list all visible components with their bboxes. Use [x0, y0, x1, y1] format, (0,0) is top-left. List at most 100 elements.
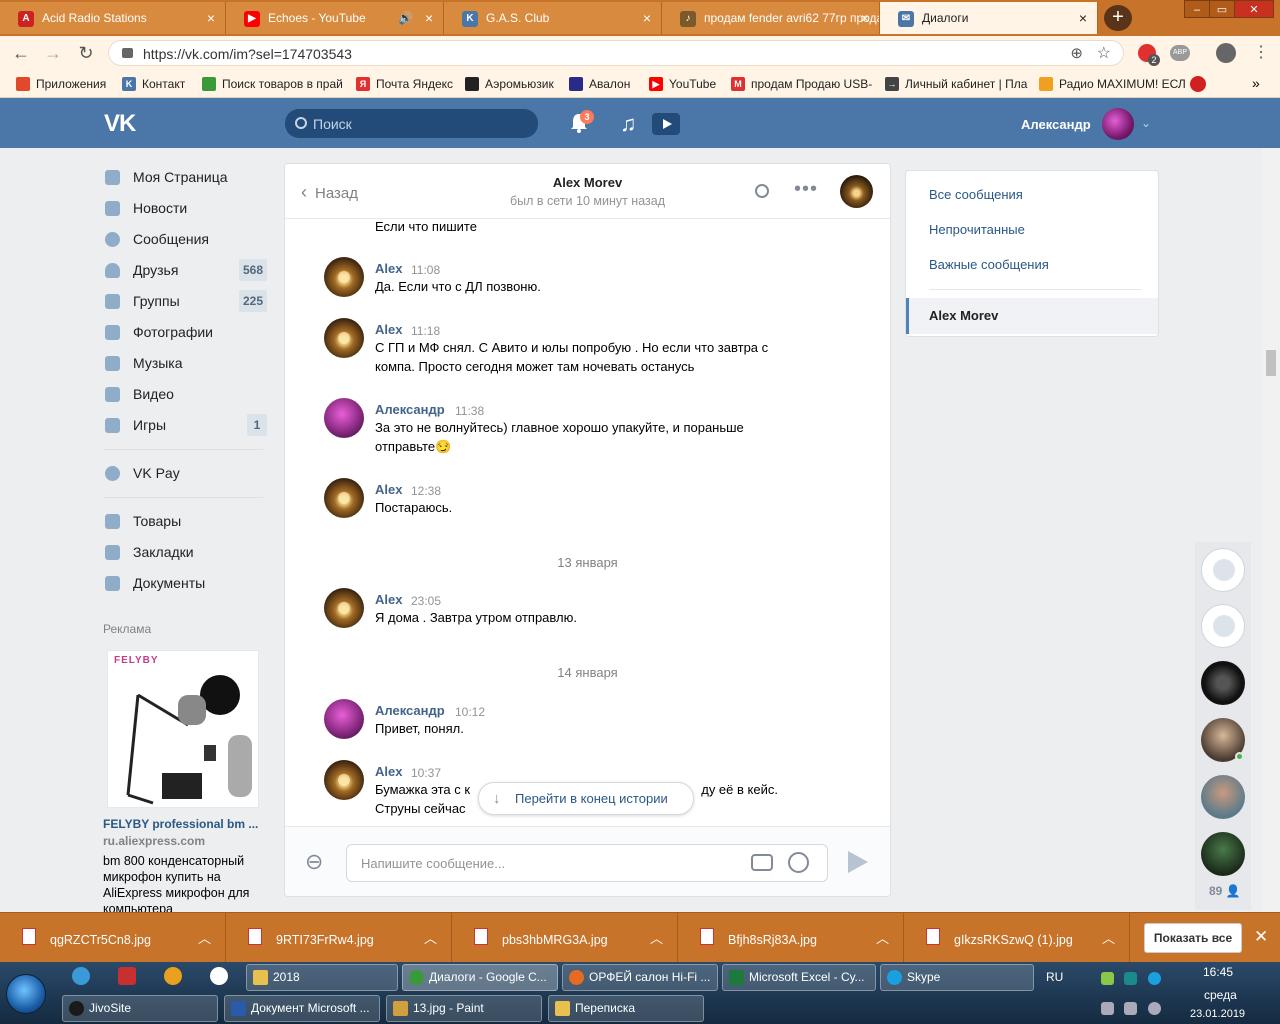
tab-dialogs[interactable]: ✉ Диалоги ×: [880, 2, 1098, 34]
bookmark-price-search[interactable]: Поиск товаров в прай: [202, 77, 343, 91]
network-icon[interactable]: [1101, 1002, 1114, 1015]
avatar[interactable]: [324, 318, 364, 358]
tray-icon[interactable]: [1101, 972, 1114, 985]
quicklaunch-icon[interactable]: [118, 967, 136, 985]
avatar[interactable]: [324, 398, 364, 438]
search-input[interactable]: [313, 114, 523, 134]
taskbar-window[interactable]: Переписка: [548, 995, 704, 1022]
bookmark-radio-maximum[interactable]: Радио MAXIMUM! ЕСЛ: [1039, 77, 1186, 91]
menu-news[interactable]: Новости: [100, 193, 270, 224]
tab-acid-radio[interactable]: A Acid Radio Stations ×: [0, 2, 226, 34]
bookmark-yandex-mail[interactable]: Я Почта Яндекс: [356, 77, 453, 91]
chevron-up-icon[interactable]: ︿: [876, 928, 889, 947]
tab-echoes-youtube[interactable]: ▶ Echoes - YouTube 🔊 ×: [226, 2, 444, 34]
avatar[interactable]: [840, 175, 873, 208]
message-author[interactable]: Alex: [375, 482, 402, 497]
close-icon[interactable]: ×: [425, 2, 433, 34]
reload-icon[interactable]: ↻: [75, 42, 97, 64]
chevron-up-icon[interactable]: ︿: [650, 928, 663, 947]
menu-video[interactable]: Видео: [100, 379, 270, 410]
active-dialog-item[interactable]: Alex Morev: [906, 298, 1158, 334]
taskbar-window[interactable]: Microsoft Excel - Су...: [722, 964, 876, 991]
send-icon[interactable]: [848, 851, 868, 873]
play-icon[interactable]: [652, 113, 680, 135]
taskbar-window[interactable]: Документ Microsoft ...: [224, 995, 380, 1022]
filter-unread[interactable]: Непрочитанные: [929, 222, 1025, 237]
url-text[interactable]: https://vk.com/im?sel=174703543: [143, 46, 352, 62]
bookmark-avalon[interactable]: Авалон: [569, 77, 630, 91]
close-icon[interactable]: ×: [1079, 2, 1087, 34]
download-item[interactable]: pbs3hbMRG3A.jpg ︿: [452, 913, 678, 963]
clock-time[interactable]: 16:45: [1203, 965, 1233, 979]
smile-icon[interactable]: [788, 852, 809, 873]
download-item[interactable]: gIkzsRKSzwQ (1).jpg ︿: [904, 913, 1130, 963]
back-arrow-icon[interactable]: ←: [10, 42, 32, 64]
ad-image[interactable]: FELYBY: [107, 650, 259, 808]
message-author[interactable]: Alex: [375, 592, 402, 607]
taskbar-window[interactable]: Skype: [880, 964, 1034, 991]
menu-photos[interactable]: Фотографии: [100, 317, 270, 348]
new-tab-button[interactable]: +: [1104, 5, 1132, 31]
speaker-icon[interactable]: 🔊: [398, 2, 413, 34]
taskbar-window[interactable]: 13.jpg - Paint: [386, 995, 542, 1022]
bookmark-aeromusic[interactable]: Аэромьюзик: [465, 77, 554, 91]
taskbar-window[interactable]: JivoSite: [62, 995, 218, 1022]
menu-kebab-icon[interactable]: ⋮: [1253, 42, 1269, 62]
quicklaunch-icon[interactable]: [164, 967, 182, 985]
menu-friends[interactable]: Друзья 568: [100, 255, 270, 286]
taskbar-window-active[interactable]: Диалоги - Google C...: [402, 964, 558, 991]
more-dots-icon[interactable]: •••: [794, 178, 818, 201]
avatar[interactable]: [324, 699, 364, 739]
avatar[interactable]: [324, 257, 364, 297]
go-to-end-button[interactable]: ↓ Перейти в конец истории: [478, 782, 694, 815]
message-author[interactable]: Александр: [375, 703, 445, 718]
filter-all-messages[interactable]: Все сообщения: [929, 187, 1023, 202]
menu-groups[interactable]: Группы 225: [100, 286, 270, 317]
omnibox[interactable]: https://vk.com/im?sel=174703543 ⊕ ☆: [108, 40, 1124, 66]
star-icon[interactable]: ☆: [1097, 43, 1111, 63]
menu-games[interactable]: Игры 1: [100, 410, 270, 441]
avatar[interactable]: [1201, 548, 1245, 592]
avatar[interactable]: [324, 478, 364, 518]
vk-logo[interactable]: VK: [104, 110, 136, 138]
menu-my-page[interactable]: Моя Страница: [100, 162, 270, 193]
message-author[interactable]: Alex: [375, 322, 402, 337]
close-window-button[interactable]: ✕: [1234, 0, 1274, 18]
message-author[interactable]: Alex: [375, 764, 402, 779]
download-item[interactable]: qgRZCTr5Cn8.jpg ︿: [0, 913, 226, 963]
download-item[interactable]: Bfjh8sRj83A.jpg ︿: [678, 913, 904, 963]
menu-vkpay[interactable]: VK Pay: [100, 458, 270, 489]
chevron-up-icon[interactable]: ︿: [198, 928, 211, 947]
bookmark-youtube[interactable]: ▶ YouTube: [649, 77, 716, 91]
friends-online-count[interactable]: 89 👤: [1209, 884, 1241, 898]
skype-tray-icon[interactable]: [1148, 972, 1161, 985]
tray-icon[interactable]: [1124, 972, 1137, 985]
zoom-icon[interactable]: ⊕: [1070, 44, 1083, 62]
maximize-button[interactable]: ▭: [1209, 0, 1235, 18]
speaker-icon[interactable]: [1124, 1002, 1137, 1015]
menu-documents[interactable]: Документы: [100, 568, 270, 599]
avatar[interactable]: [1201, 832, 1245, 876]
menu-bookmarks[interactable]: Закладки: [100, 537, 270, 568]
ad-title[interactable]: FELYBY professional bm ...: [103, 817, 258, 831]
avatar[interactable]: [1201, 661, 1245, 705]
menu-messages[interactable]: Сообщения: [100, 224, 270, 255]
avatar[interactable]: [1201, 604, 1245, 648]
filter-important[interactable]: Важные сообщения: [929, 257, 1049, 272]
close-icon[interactable]: ✕: [1254, 927, 1268, 947]
menu-music[interactable]: Музыка: [100, 348, 270, 379]
message-author[interactable]: Александр: [375, 402, 445, 417]
search-icon[interactable]: [755, 184, 769, 198]
page-scrollbar[interactable]: [1262, 148, 1280, 912]
bookmarks-more[interactable]: »: [1252, 75, 1260, 91]
yandex-browser-icon[interactable]: [210, 967, 228, 985]
message-history[interactable]: Если что пишите Alex 11:08 Да. Если что …: [285, 219, 890, 826]
bookmark-cabinet[interactable]: → Личный кабинет | Пла: [885, 77, 1027, 91]
chevron-up-icon[interactable]: ︿: [1102, 928, 1115, 947]
forward-arrow-icon[interactable]: →: [42, 42, 64, 64]
quicklaunch-icon[interactable]: [72, 967, 90, 985]
chevron-down-icon[interactable]: ⌄: [1141, 116, 1151, 130]
taskbar-window[interactable]: 2018: [246, 964, 398, 991]
bookmark-usb[interactable]: Mпродам Продаю USB-: [731, 77, 872, 91]
info-icon[interactable]: [1148, 1002, 1161, 1015]
